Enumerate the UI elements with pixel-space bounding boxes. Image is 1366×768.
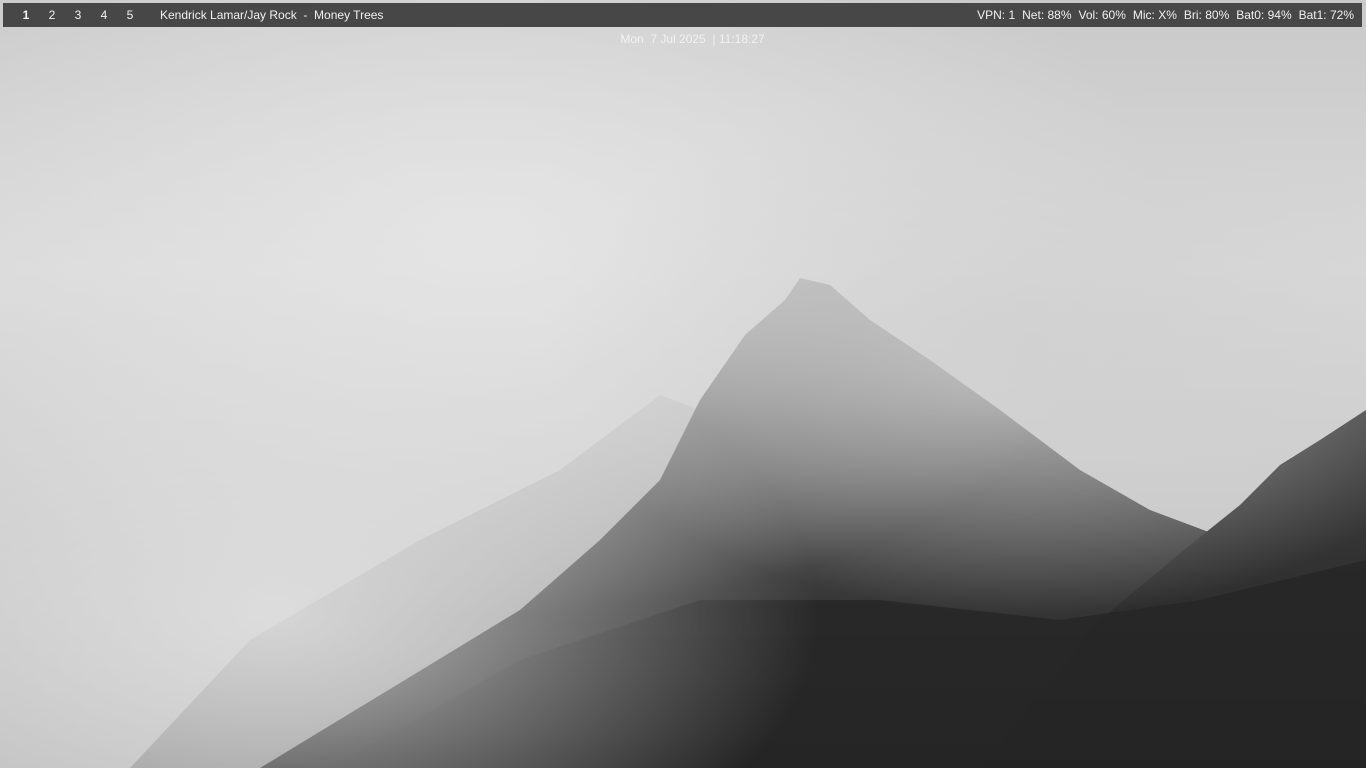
bar-left-section: 1 2 3 4 5 Kendrick Lamar/Jay Rock - Mone…	[3, 3, 384, 27]
now-playing-title[interactable]: Kendrick Lamar/Jay Rock - Money Trees	[160, 3, 383, 27]
status-bar: 1 2 3 4 5 Kendrick Lamar/Jay Rock - Mone…	[3, 3, 1362, 46]
clock[interactable]: Mon 7 Jul 2025 | 11:18:27	[620, 32, 764, 46]
battery-0-status[interactable]: Bat0: 94%	[1236, 3, 1291, 27]
workspace-5[interactable]: 5	[117, 3, 143, 27]
vpn-status[interactable]: VPN: 1	[977, 3, 1015, 27]
wallpaper-image	[0, 0, 1366, 768]
workspace-4[interactable]: 4	[91, 3, 117, 27]
volume-status[interactable]: Vol: 60%	[1079, 3, 1126, 27]
battery-1-status[interactable]: Bat1: 72%	[1299, 3, 1354, 27]
workspace-1[interactable]: 1	[13, 3, 39, 27]
bar-right-section: VPN: 1 Net: 88% Vol: 60% Mic: X% Bri: 80…	[970, 3, 1354, 27]
brightness-status[interactable]: Bri: 80%	[1184, 3, 1229, 27]
microphone-status[interactable]: Mic: X%	[1133, 3, 1177, 27]
workspace-3[interactable]: 3	[65, 3, 91, 27]
desktop: 1 2 3 4 5 Kendrick Lamar/Jay Rock - Mone…	[0, 0, 1366, 768]
network-status[interactable]: Net: 88%	[1022, 3, 1071, 27]
workspace-2[interactable]: 2	[39, 3, 65, 27]
